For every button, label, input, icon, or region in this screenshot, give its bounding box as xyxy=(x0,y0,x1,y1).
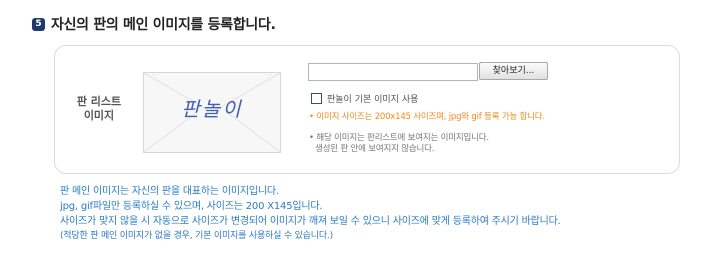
default-image-checkbox-label: 판놀이 기본 이미지 사용 xyxy=(327,95,419,105)
preview-logo-text: 판놀이 xyxy=(181,97,243,121)
image-usage-note: • 해당 이미지는 판리스트에 보여지는 이미지입니다. 생성된 판 안에 보여… xyxy=(309,133,489,155)
image-size-note: • 이미지 사이즈는 200x145 사이즈며, jpg와 gif 등록 가능 … xyxy=(309,112,545,123)
section-title-text: 자신의 판의 메인 이미지를 등록합니다. xyxy=(51,17,276,33)
default-image-option[interactable]: 판놀이 기본 이미지 사용 xyxy=(311,92,418,105)
info-line-3: 사이즈가 맞지 않을 시 자동으로 사이즈가 변경되어 이미지가 깨져 보일 수… xyxy=(60,216,561,227)
image-usage-note-line-1: 해당 이미지는 판리스트에 보여지는 이미지입니다. xyxy=(316,133,489,143)
info-text: 판 메인 이미지는 자신의 판을 대표하는 이미지입니다. jpg, gif파일… xyxy=(60,184,561,243)
step-number-badge: 5 xyxy=(32,17,45,31)
file-path-input[interactable] xyxy=(308,63,478,81)
image-size-note-text: 이미지 사이즈는 200x145 사이즈며, jpg와 gif 등록 가능 합니… xyxy=(316,112,545,122)
info-line-4: (적당한 판 메인 이미지가 없을 경우, 기본 이미지를 사용하실 수 있습니… xyxy=(60,231,333,241)
bullet-icon: • xyxy=(309,133,314,143)
section-title: 5 자신의 판의 메인 이미지를 등록합니다. xyxy=(32,14,276,34)
info-line-1: 판 메인 이미지는 자신의 판을 대표하는 이미지입니다. xyxy=(60,186,279,197)
bullet-icon: • xyxy=(309,112,314,122)
panel-label-line-1: 판 리스트 xyxy=(76,95,122,108)
image-usage-note-line-2: 생성된 판 안에 보여지지 않습니다. xyxy=(315,144,435,154)
panel-label-line-2: 이미지 xyxy=(83,109,115,122)
browse-button[interactable]: 찾아보기... xyxy=(479,62,548,80)
info-line-2: jpg, gif파일만 등록하실 수 있으며, 사이즈는 200 X145입니다… xyxy=(60,201,323,212)
image-preview: 판놀이 xyxy=(143,72,281,153)
panel-label: 판 리스트 이미지 xyxy=(64,95,134,123)
default-image-checkbox[interactable] xyxy=(311,93,322,104)
